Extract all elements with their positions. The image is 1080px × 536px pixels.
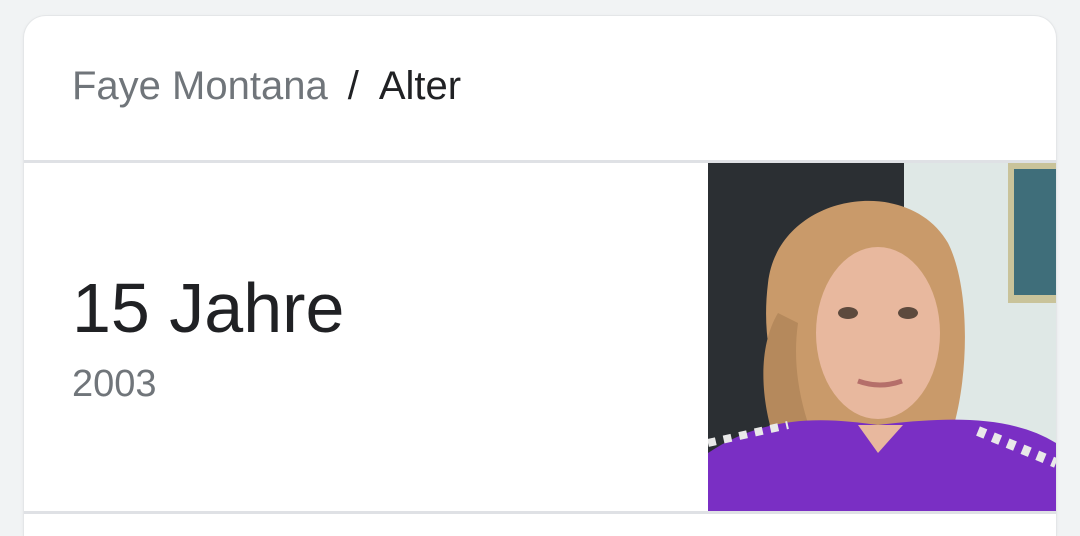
knowledge-card: Faye Montana / Alter 15 Jahre 2003 xyxy=(24,16,1056,536)
breadcrumb-separator: / xyxy=(347,64,359,108)
breadcrumb-parent-link[interactable]: Faye Montana xyxy=(72,64,328,108)
person-photo[interactable] xyxy=(708,163,1056,511)
breadcrumb-current: Alter xyxy=(378,64,462,108)
portrait-image xyxy=(708,163,1056,511)
answer-value: 15 Jahre xyxy=(72,269,345,347)
footer-divider xyxy=(24,511,1056,514)
answer-subtext: 2003 xyxy=(72,363,157,405)
breadcrumb: Faye Montana / Alter xyxy=(72,64,461,108)
